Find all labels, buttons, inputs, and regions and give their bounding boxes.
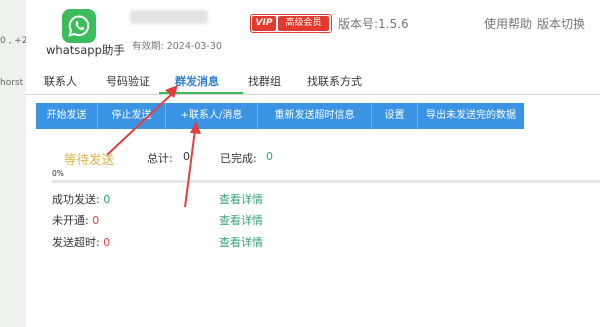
annotation-arrows bbox=[106, 85, 201, 208]
arrow-to-add-contacts bbox=[184, 121, 201, 208]
arrow-to-tab bbox=[106, 85, 178, 156]
